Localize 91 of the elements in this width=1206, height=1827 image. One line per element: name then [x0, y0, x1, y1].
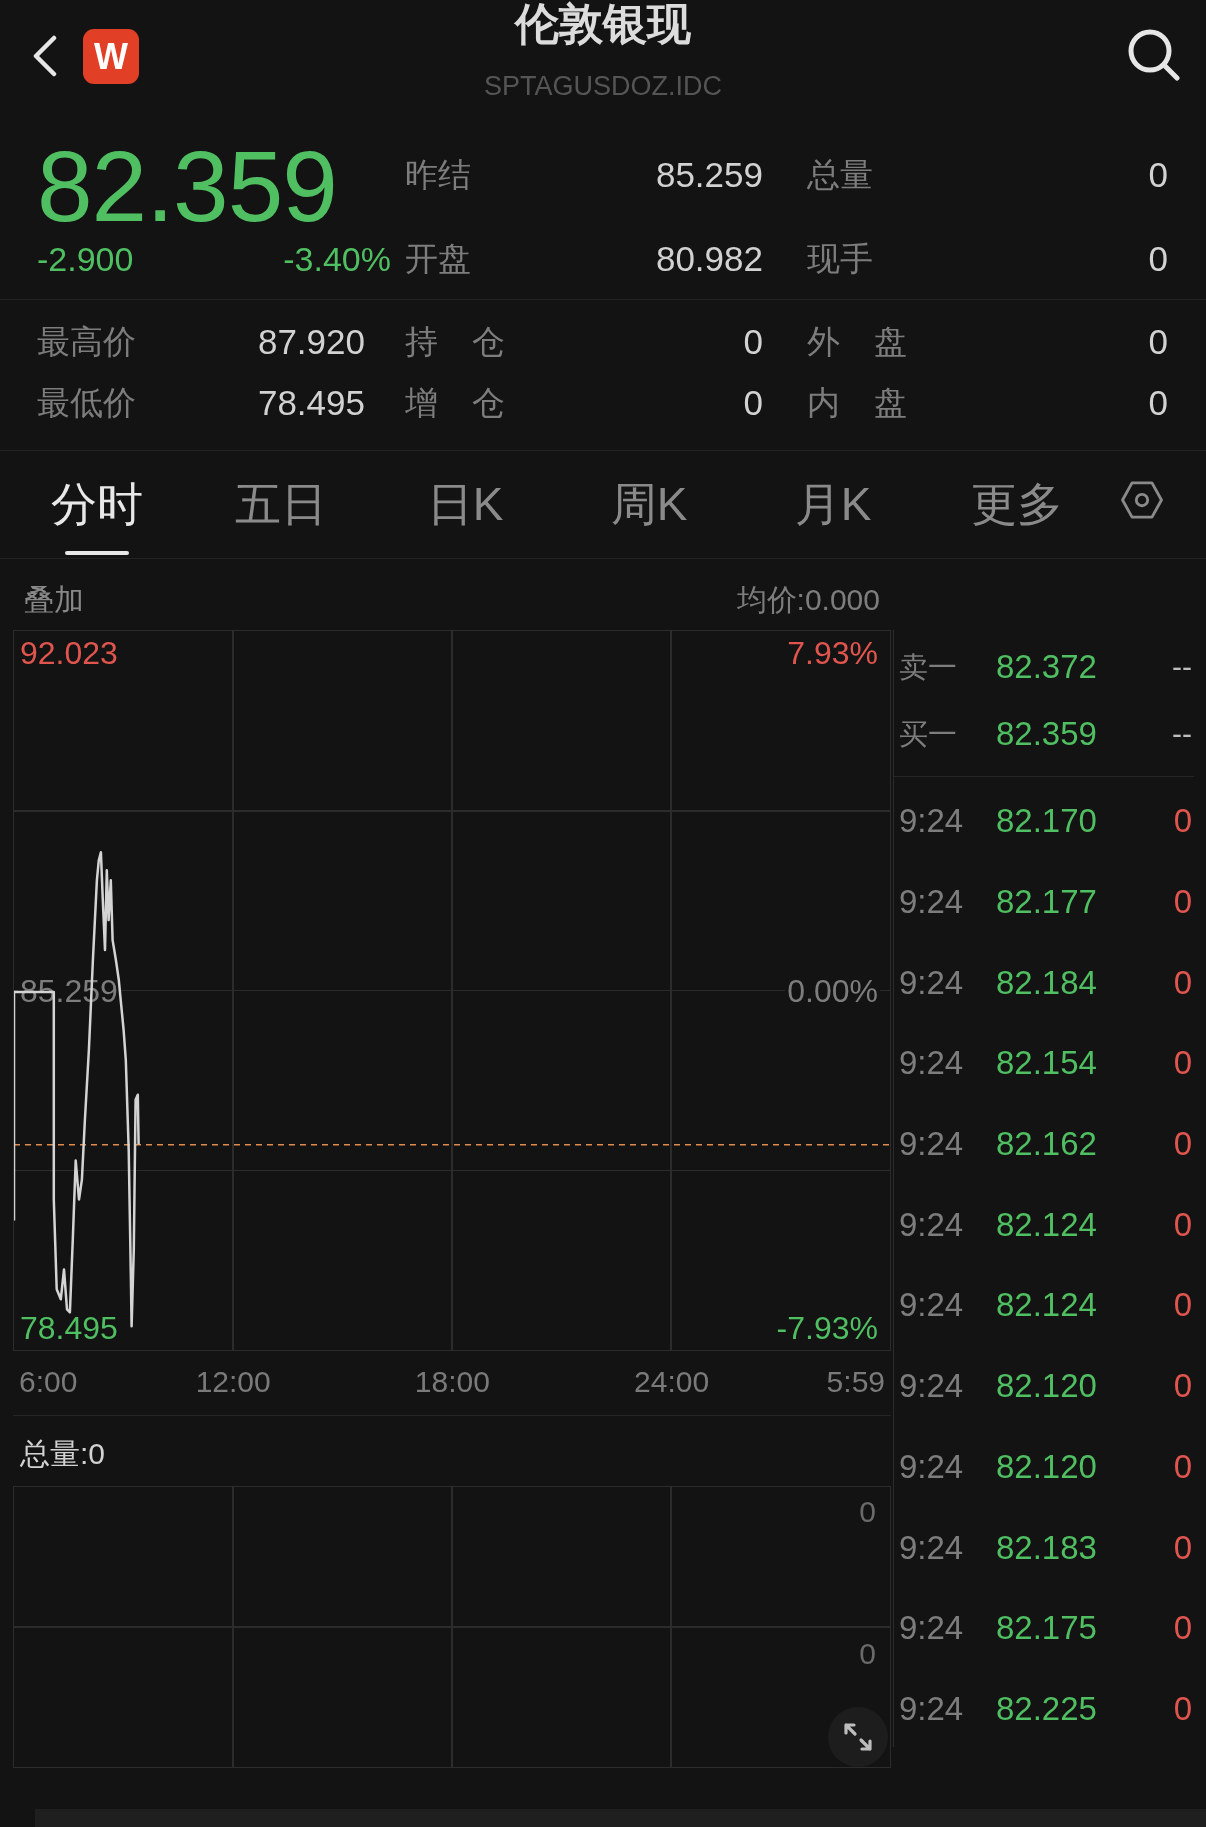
trade-time: 9:24 [899, 802, 965, 841]
trade-volume: 0 [1173, 1286, 1192, 1325]
stat-label: 最低价 [37, 383, 136, 423]
stat-value: 78.495 [257, 383, 365, 423]
stat-label: 增 仓 [405, 383, 505, 423]
trade-time: 9:24 [899, 1205, 965, 1244]
chart-tab[interactable]: 更多 [925, 451, 1109, 558]
back-button[interactable] [31, 35, 57, 77]
chart-tab[interactable]: 五日 [189, 451, 373, 558]
trade-price: 82.177 [996, 883, 1098, 922]
trade-price: 82.184 [996, 963, 1098, 1002]
trade-volume: 0 [1173, 1689, 1192, 1728]
stat-label: 现手 [807, 239, 873, 279]
chart-tab[interactable]: 周K [557, 451, 741, 558]
trade-time: 9:24 [899, 1528, 965, 1567]
trade-price: 82.175 [996, 1609, 1098, 1648]
trade-time: 9:24 [899, 1367, 965, 1406]
trade-volume: 0 [1173, 1609, 1192, 1648]
chart-tab[interactable]: 分时 [5, 451, 189, 558]
overlay-button[interactable]: 叠加 [24, 583, 84, 617]
volume-axis-label: 0 [859, 1637, 876, 1671]
volume-axis-label: 0 [859, 1495, 876, 1529]
trade-price: 82.162 [996, 1125, 1098, 1164]
trade-time: 9:24 [899, 1609, 965, 1648]
trade-volume: 0 [1173, 1205, 1192, 1244]
settings-icon [1121, 480, 1163, 519]
trade-time: 9:24 [899, 883, 965, 922]
price-change: -2.900 [37, 239, 134, 279]
page-title: 伦敦银现 [515, 0, 691, 48]
trade-price: 82.154 [996, 1044, 1098, 1083]
stat-value: 85.259 [655, 155, 763, 195]
search-button[interactable] [1128, 29, 1180, 81]
time-axis-label: 6:00 [19, 1365, 78, 1399]
order-volume: -- [1172, 648, 1192, 685]
trade-price: 82.124 [996, 1205, 1098, 1244]
trade-time: 9:24 [899, 963, 965, 1002]
trade-price: 82.120 [996, 1367, 1098, 1406]
time-axis-label: 24:00 [634, 1365, 710, 1399]
trade-price: 82.225 [996, 1689, 1098, 1728]
trade-price: 82.183 [996, 1528, 1098, 1567]
trade-volume: 0 [1173, 1367, 1192, 1406]
stat-value: 0 [1148, 322, 1168, 362]
price-change-percent: -3.40% [283, 239, 391, 279]
time-axis-label: 12:00 [195, 1365, 271, 1399]
stat-value: 80.982 [655, 239, 763, 279]
order-price: 82.372 [996, 647, 1098, 686]
stat-value: 0 [1148, 383, 1168, 423]
volume-total-label: 总量:0 [20, 1437, 106, 1470]
trade-volume: 0 [1173, 1044, 1192, 1083]
stat-label: 总量 [807, 155, 873, 195]
trade-price: 82.124 [996, 1286, 1098, 1325]
stat-value: 87.920 [257, 322, 365, 362]
app-logo: W [83, 29, 139, 84]
symbol-code: SPTAGUSDOZ.IDC [484, 70, 722, 102]
back-icon [31, 35, 57, 77]
trade-price: 82.170 [996, 802, 1098, 841]
stat-label: 最高价 [37, 322, 136, 362]
trade-volume: 0 [1173, 802, 1192, 841]
average-price-label: 均价:0.000 [736, 583, 880, 617]
tab-underline [65, 551, 129, 555]
trade-volume: 0 [1173, 1528, 1192, 1567]
stat-value: 0 [743, 383, 763, 423]
trade-time: 9:24 [899, 1689, 965, 1728]
chart-tab[interactable]: 月K [741, 451, 925, 558]
stat-label: 昨结 [405, 155, 471, 195]
current-price: 82.359 [37, 138, 338, 234]
trade-volume: 0 [1173, 883, 1192, 922]
time-axis-label: 5:59 [826, 1365, 885, 1399]
stat-label: 外 盘 [807, 322, 907, 362]
trade-time: 9:24 [899, 1125, 965, 1164]
stat-value: 0 [1148, 239, 1168, 279]
stat-value: 0 [1148, 155, 1168, 195]
trade-time: 9:24 [899, 1286, 965, 1325]
trade-volume: 0 [1173, 963, 1192, 1002]
time-axis-label: 18:00 [414, 1365, 490, 1399]
order-level-label: 买一 [899, 716, 958, 752]
order-price: 82.359 [996, 714, 1098, 753]
trade-volume: 0 [1173, 1125, 1192, 1164]
trade-volume: 0 [1173, 1447, 1192, 1486]
trade-time: 9:24 [899, 1044, 965, 1083]
chart-tab[interactable]: 日K [373, 451, 557, 558]
stat-label: 开盘 [405, 239, 471, 279]
stat-label: 内 盘 [807, 383, 907, 423]
expand-icon [843, 1722, 873, 1752]
trade-price: 82.120 [996, 1447, 1098, 1486]
stat-value: 0 [743, 322, 763, 362]
order-level-label: 卖一 [899, 649, 958, 685]
search-icon [1128, 29, 1180, 81]
stat-label: 持 仓 [405, 322, 505, 362]
trade-time: 9:24 [899, 1447, 965, 1486]
order-volume: -- [1172, 715, 1192, 752]
